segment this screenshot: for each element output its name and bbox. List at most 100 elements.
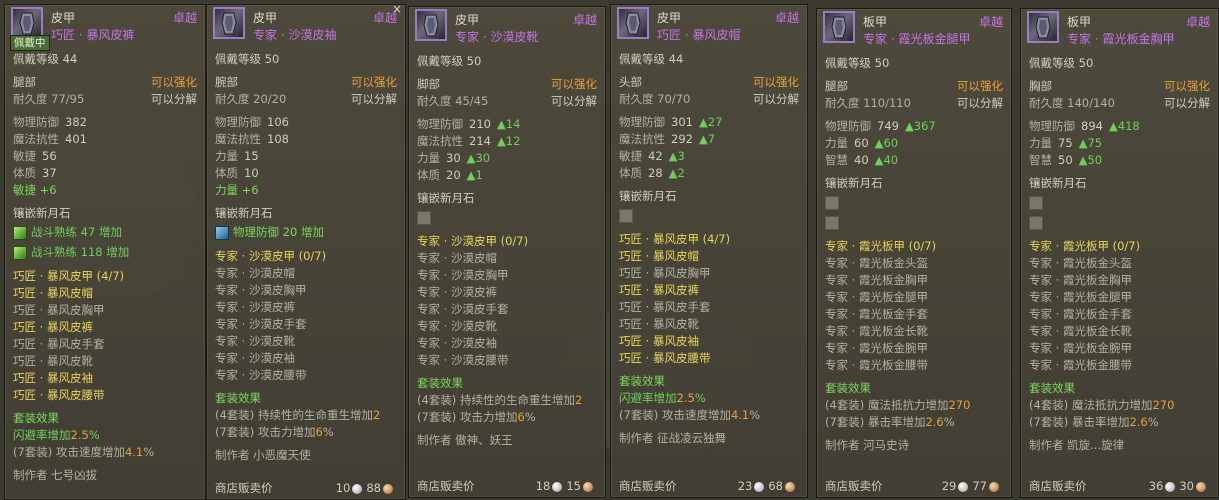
stat-increase: ▲418 — [1108, 119, 1140, 133]
gem-slot-icon — [13, 225, 27, 240]
copper-coin-icon — [989, 481, 999, 492]
gem-row — [1021, 192, 1218, 212]
stat-row: 体质 37 — [5, 165, 205, 182]
shop-price: 商店贩卖价 29 77 — [825, 477, 1003, 495]
item-rarity: 卓越 — [1185, 15, 1210, 29]
stat-row: 物理防御 894 ▲418 — [1021, 118, 1218, 135]
gem-row — [817, 192, 1011, 212]
stat-value: 214 — [469, 134, 491, 148]
item-tooltip: 皮甲 卓越 专家 · 沙漠皮靴 佩戴等级 50 脚部 可以强化 耐久度 45/45 可以分解物… — [408, 6, 606, 498]
price-label: 商店贩卖价 — [825, 479, 883, 493]
enhance-label: 可以强化 — [151, 75, 197, 89]
set-effect-text: (4套装) 魔法抵抗力增加 — [825, 398, 949, 412]
set-effect: (4套装) 魔法抵抗力增加270 — [817, 397, 1011, 414]
stat-row: 体质 28 ▲2 — [611, 165, 807, 182]
stat-value: 108 — [267, 132, 289, 146]
plate-chest-icon — [1027, 11, 1059, 43]
copper-coin-icon — [1196, 481, 1206, 492]
set-piece: 巧匠 · 暴风皮手套 — [13, 337, 105, 351]
gem-row: 物理防御 20 增加 — [207, 222, 405, 242]
enhance-label: 可以强化 — [551, 77, 597, 91]
set-piece: 专家 · 沙漠皮袖 — [417, 336, 497, 350]
stat-value: 56 — [42, 149, 57, 163]
stat-name: 物理防御 — [215, 115, 261, 129]
stat-name: 敏捷 — [619, 149, 642, 163]
stat-name: 物理防御 — [13, 115, 59, 129]
silver-amount: 18 — [535, 479, 551, 493]
item-name: 专家 · 霞光板金胸甲 — [1067, 32, 1175, 46]
set-piece: 专家 · 沙漠皮靴 — [215, 334, 295, 348]
set-piece: 专家 · 霞光板金胸甲 — [825, 273, 928, 287]
set-effect-text: (7套装) 暴击率增加 — [825, 415, 926, 429]
enhance-label: 可以强化 — [957, 79, 1003, 93]
durability-row: 耐久度 45/45 可以分解 — [409, 93, 605, 110]
plate-greaves-icon — [823, 11, 855, 43]
stat-row: 魔法抗性 401 — [5, 131, 205, 148]
item-name: 专家 · 沙漠皮靴 — [455, 30, 539, 44]
set-piece: 专家 · 沙漠皮裤 — [215, 300, 295, 314]
set-piece: 专家 · 沙漠皮腰带 — [215, 368, 307, 382]
set-effect-value: 6 — [517, 410, 525, 424]
stat-name: 力量 — [1029, 136, 1052, 150]
set-effect-unit: % — [943, 415, 955, 429]
stat-increase: ▲7 — [698, 132, 716, 146]
item-name: 巧匠 · 暴风皮帽 — [657, 28, 741, 42]
set-effect-title: 套装效果 — [417, 376, 463, 390]
price-coins: 10 88 — [336, 479, 397, 497]
set-piece: 专家 · 霞光板金腰带 — [1029, 358, 1132, 372]
copper-amount: 68 — [768, 479, 783, 493]
set-piece: 专家 · 霞光板金头盔 — [825, 256, 928, 270]
price-coins: 23 68 — [738, 477, 799, 495]
set-effect-title: 套装效果 — [13, 411, 59, 425]
tooltip-header: 板甲 卓越 专家 · 霞光板金腿甲 — [817, 9, 1011, 49]
maker: 制作者 凯旋...旋律 — [1029, 438, 1125, 452]
equip-slot: 腿部 — [13, 75, 36, 89]
gem-row — [611, 205, 807, 225]
stat-row: 力量 30 ▲30 — [409, 150, 605, 167]
stat-name: 魔法抗性 — [215, 132, 261, 146]
gem-slot-icon — [13, 245, 27, 260]
set-name: 专家 · 沙漠皮甲 (0/7) — [215, 249, 327, 263]
set-effect-value: 2.5 — [70, 428, 89, 442]
stat-value: 894 — [1081, 119, 1103, 133]
set-effect-title: 套装效果 — [215, 391, 261, 405]
set-piece: 巧匠 · 暴风皮靴 — [619, 317, 699, 331]
set-piece: 专家 · 霞光板金长靴 — [825, 324, 928, 338]
silver-amount: 29 — [941, 479, 957, 493]
close-icon[interactable]: × — [392, 2, 402, 16]
silver-amount: 10 — [335, 481, 351, 495]
equipped-badge: 佩戴中 — [10, 35, 50, 51]
set-effect-title: 套装效果 — [619, 374, 665, 388]
set-piece: 专家 · 霞光板金腕甲 — [825, 341, 928, 355]
price-coins: 36 30 — [1149, 477, 1210, 495]
stat-name: 力量 — [417, 151, 440, 165]
socket-title: 镶嵌新月石 — [13, 206, 71, 220]
set-piece: 专家 · 沙漠皮裤 — [417, 285, 497, 299]
set-piece: 巧匠 · 暴风皮裤 — [619, 283, 699, 297]
stat-row: 物理防御 749 ▲367 — [817, 118, 1011, 135]
stat-row: 物理防御 382 — [5, 114, 205, 131]
stat-name: 物理防御 — [825, 119, 871, 133]
durability-row: 耐久度 70/70 可以分解 — [611, 91, 807, 108]
stat-row: 智慧 50 ▲50 — [1021, 152, 1218, 169]
set-effect-unit: % — [749, 408, 761, 422]
set-effect-unit: % — [694, 391, 706, 405]
stat-value: 75 — [1058, 136, 1073, 150]
set-effect-unit: % — [322, 425, 334, 439]
set-piece: 专家 · 霞光板金腿甲 — [825, 290, 928, 304]
set-piece: 专家 · 沙漠皮袖 — [215, 351, 295, 365]
item-rarity: 卓越 — [774, 11, 799, 25]
maker: 制作者 河马史诗 — [825, 438, 910, 452]
stat-value: 28 — [648, 166, 663, 180]
set-effect-value: 270 — [1152, 398, 1175, 412]
durability-row: 耐久度 110/110 可以分解 — [817, 95, 1011, 112]
silver-coin-icon — [352, 483, 363, 494]
socket-title: 镶嵌新月石 — [825, 176, 883, 190]
required-level: 佩戴等级 50 — [215, 52, 280, 66]
shop-price: 商店贩卖价 10 88 — [215, 479, 397, 497]
stat-row: 力量 15 — [207, 148, 405, 165]
set-effect-unit: % — [524, 410, 536, 424]
stat-name: 魔法抗性 — [13, 132, 59, 146]
stat-value: 37 — [42, 166, 57, 180]
set-piece: 巧匠 · 暴风皮帽 — [13, 286, 93, 300]
